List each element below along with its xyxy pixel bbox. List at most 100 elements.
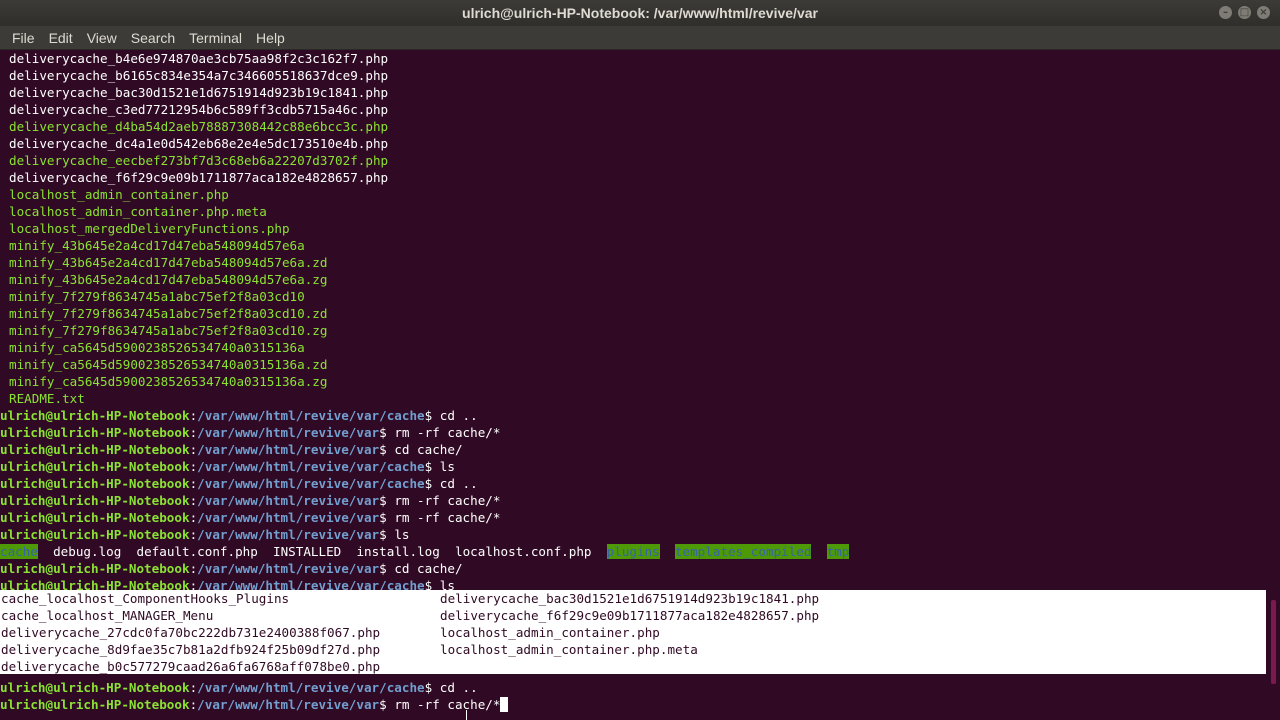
file-entry: minify_7f279f8634745a1abc75ef2f8a03cd10.… (9, 306, 328, 321)
command-text: cd .. (439, 476, 478, 491)
prompt-user: ulrich@ulrich-HP-Notebook (0, 697, 190, 712)
window-titlebar: ulrich@ulrich-HP-Notebook: /var/www/html… (0, 0, 1280, 26)
prompt-user: ulrich@ulrich-HP-Notebook (0, 561, 190, 576)
prompt-sign: $ (379, 442, 395, 457)
file-entry: deliverycache_eecbef273bf7d3c68eb6a22207… (9, 153, 389, 168)
file-entry: deliverycache_dc4a1e0d542eb68e2e4e5dc173… (9, 136, 389, 151)
terminal-cursor (500, 697, 509, 712)
file-entry: minify_43b645e2a4cd17d47eba548094d57e6a.… (9, 272, 328, 287)
prompt-user: ulrich@ulrich-HP-Notebook (0, 442, 190, 457)
prompt-path: /var/www/html/revive/var/cache (197, 459, 425, 474)
directory-entry: templates_compiled (674, 544, 812, 559)
file-entry: deliverycache_b6165c834e354a7c3466055186… (9, 68, 389, 83)
prompt-line: ulrich@ulrich-HP-Notebook:/var/www/html/… (0, 424, 500, 441)
prompt-user: ulrich@ulrich-HP-Notebook (0, 425, 190, 440)
prompt-line: ulrich@ulrich-HP-Notebook:/var/www/html/… (0, 679, 478, 696)
minimize-icon[interactable]: – (1219, 6, 1232, 19)
file-entry: install.log (356, 544, 440, 559)
file-entry: localhost_admin_container.php.meta (9, 204, 267, 219)
file-entry: cache_localhost_MANAGER_Menu (1, 608, 214, 623)
command-text: rm -rf cache/* (394, 493, 501, 508)
prompt-path: /var/www/html/revive/var/cache (197, 680, 425, 695)
file-entry: deliverycache_b0c577279caad26a6fa6768aff… (1, 659, 381, 674)
command-text: ls (439, 459, 455, 474)
prompt-sign: $ (424, 476, 440, 491)
prompt-line: ulrich@ulrich-HP-Notebook:/var/www/html/… (0, 526, 409, 543)
prompt-path: /var/www/html/revive/var (197, 425, 380, 440)
prompt-sign: $ (379, 697, 395, 712)
file-entry: deliverycache_c3ed77212954b6c589ff3cdb57… (9, 102, 389, 117)
file-entry: debug.log (53, 544, 122, 559)
file-entry: deliverycache_bac30d1521e1d6751914d923b1… (9, 85, 389, 100)
command-text: rm -rf cache/* (394, 510, 501, 525)
file-entry: minify_7f279f8634745a1abc75ef2f8a03cd10 (9, 289, 305, 304)
prompt-line: ulrich@ulrich-HP-Notebook:/var/www/html/… (0, 458, 455, 475)
file-entry: deliverycache_f6f29c9e09b1711877aca182e4… (440, 608, 820, 623)
prompt-sign: $ (424, 408, 440, 423)
file-entry: minify_ca5645d5900238526534740a0315136a.… (9, 357, 328, 372)
prompt-path: /var/www/html/revive/var (197, 493, 380, 508)
command-text: cd .. (439, 408, 478, 423)
file-entry: localhost_admin_container.php (9, 187, 229, 202)
file-entry: deliverycache_d4ba54d2aeb78887308442c88e… (9, 119, 389, 134)
maximize-icon[interactable]: □ (1238, 6, 1251, 19)
prompt-user: ulrich@ulrich-HP-Notebook (0, 476, 190, 491)
prompt-path: /var/www/html/revive/var (197, 561, 380, 576)
command-text: ls (394, 527, 410, 542)
file-entry: default.conf.php (136, 544, 258, 559)
prompt-user: ulrich@ulrich-HP-Notebook (0, 510, 190, 525)
text-cursor-icon (466, 710, 470, 720)
prompt-line: ulrich@ulrich-HP-Notebook:/var/www/html/… (0, 492, 500, 509)
menu-edit[interactable]: Edit (43, 30, 79, 46)
file-entry: deliverycache_f6f29c9e09b1711877aca182e4… (9, 170, 389, 185)
scrollbar[interactable] (1271, 600, 1276, 684)
file-entry: deliverycache_bac30d1521e1d6751914d923b1… (440, 591, 820, 606)
directory-entry: cache (0, 544, 38, 559)
prompt-path: /var/www/html/revive/var (197, 697, 380, 712)
menu-search[interactable]: Search (125, 30, 181, 46)
window-title: ulrich@ulrich-HP-Notebook: /var/www/html… (462, 5, 818, 21)
prompt-sign: $ (379, 493, 395, 508)
file-entry: deliverycache_b4e6e974870ae3cb75aa98f2c3… (9, 51, 389, 66)
prompt-line: ulrich@ulrich-HP-Notebook:/var/www/html/… (0, 441, 463, 458)
prompt-sign: $ (379, 425, 395, 440)
file-entry: minify_43b645e2a4cd17d47eba548094d57e6a (9, 238, 305, 253)
file-entry: deliverycache_27cdc0fa70bc222db731e24003… (1, 625, 381, 640)
file-entry: deliverycache_8d9fae35c7b81a2dfb924f25b0… (1, 642, 381, 657)
prompt-user: ulrich@ulrich-HP-Notebook (0, 680, 190, 695)
menu-file[interactable]: File (6, 30, 41, 46)
file-entry: localhost_admin_container.php.meta (440, 642, 698, 657)
file-entry: INSTALLED (273, 544, 342, 559)
prompt-line: ulrich@ulrich-HP-Notebook:/var/www/html/… (0, 407, 478, 424)
prompt-path: /var/www/html/revive/var (197, 527, 380, 542)
file-entry: minify_ca5645d5900238526534740a0315136a.… (9, 374, 328, 389)
prompt-line: ulrich@ulrich-HP-Notebook:/var/www/html/… (0, 475, 478, 492)
ls-output-var: cache debug.log default.conf.php INSTALL… (0, 543, 850, 560)
prompt-user: ulrich@ulrich-HP-Notebook (0, 527, 190, 542)
prompt-sign: $ (379, 510, 395, 525)
prompt-sign: $ (424, 680, 440, 695)
ls-output-cache: cache_localhost_ComponentHooks_Pluginsca… (0, 590, 1266, 674)
menu-bar: File Edit View Search Terminal Help (0, 26, 1280, 50)
directory-entry: tmp (826, 544, 850, 559)
file-entry: localhost_mergedDeliveryFunctions.php (9, 221, 290, 236)
close-icon[interactable]: × (1257, 6, 1270, 19)
window-controls: – □ × (1219, 6, 1270, 19)
file-entry: README.txt (9, 391, 85, 406)
menu-view[interactable]: View (81, 30, 123, 46)
menu-terminal[interactable]: Terminal (183, 30, 248, 46)
prompt-path: /var/www/html/revive/var (197, 510, 380, 525)
file-entry: minify_ca5645d5900238526534740a0315136a (9, 340, 305, 355)
menu-help[interactable]: Help (250, 30, 291, 46)
prompt-path: /var/www/html/revive/var/cache (197, 408, 425, 423)
prompt-line: ulrich@ulrich-HP-Notebook:/var/www/html/… (0, 560, 463, 577)
prompt-line: ulrich@ulrich-HP-Notebook:/var/www/html/… (0, 696, 509, 713)
prompt-sign: $ (379, 527, 395, 542)
file-entry: localhost.conf.php (455, 544, 592, 559)
ls-column-2: deliverycache_bac30d1521e1d6751914d923b1… (440, 590, 819, 658)
file-entry: cache_localhost_ComponentHooks_Plugins (1, 591, 290, 606)
command-text: cd .. (439, 680, 478, 695)
file-entry: minify_43b645e2a4cd17d47eba548094d57e6a.… (9, 255, 328, 270)
prompt-line: ulrich@ulrich-HP-Notebook:/var/www/html/… (0, 509, 500, 526)
prompt-user: ulrich@ulrich-HP-Notebook (0, 408, 190, 423)
